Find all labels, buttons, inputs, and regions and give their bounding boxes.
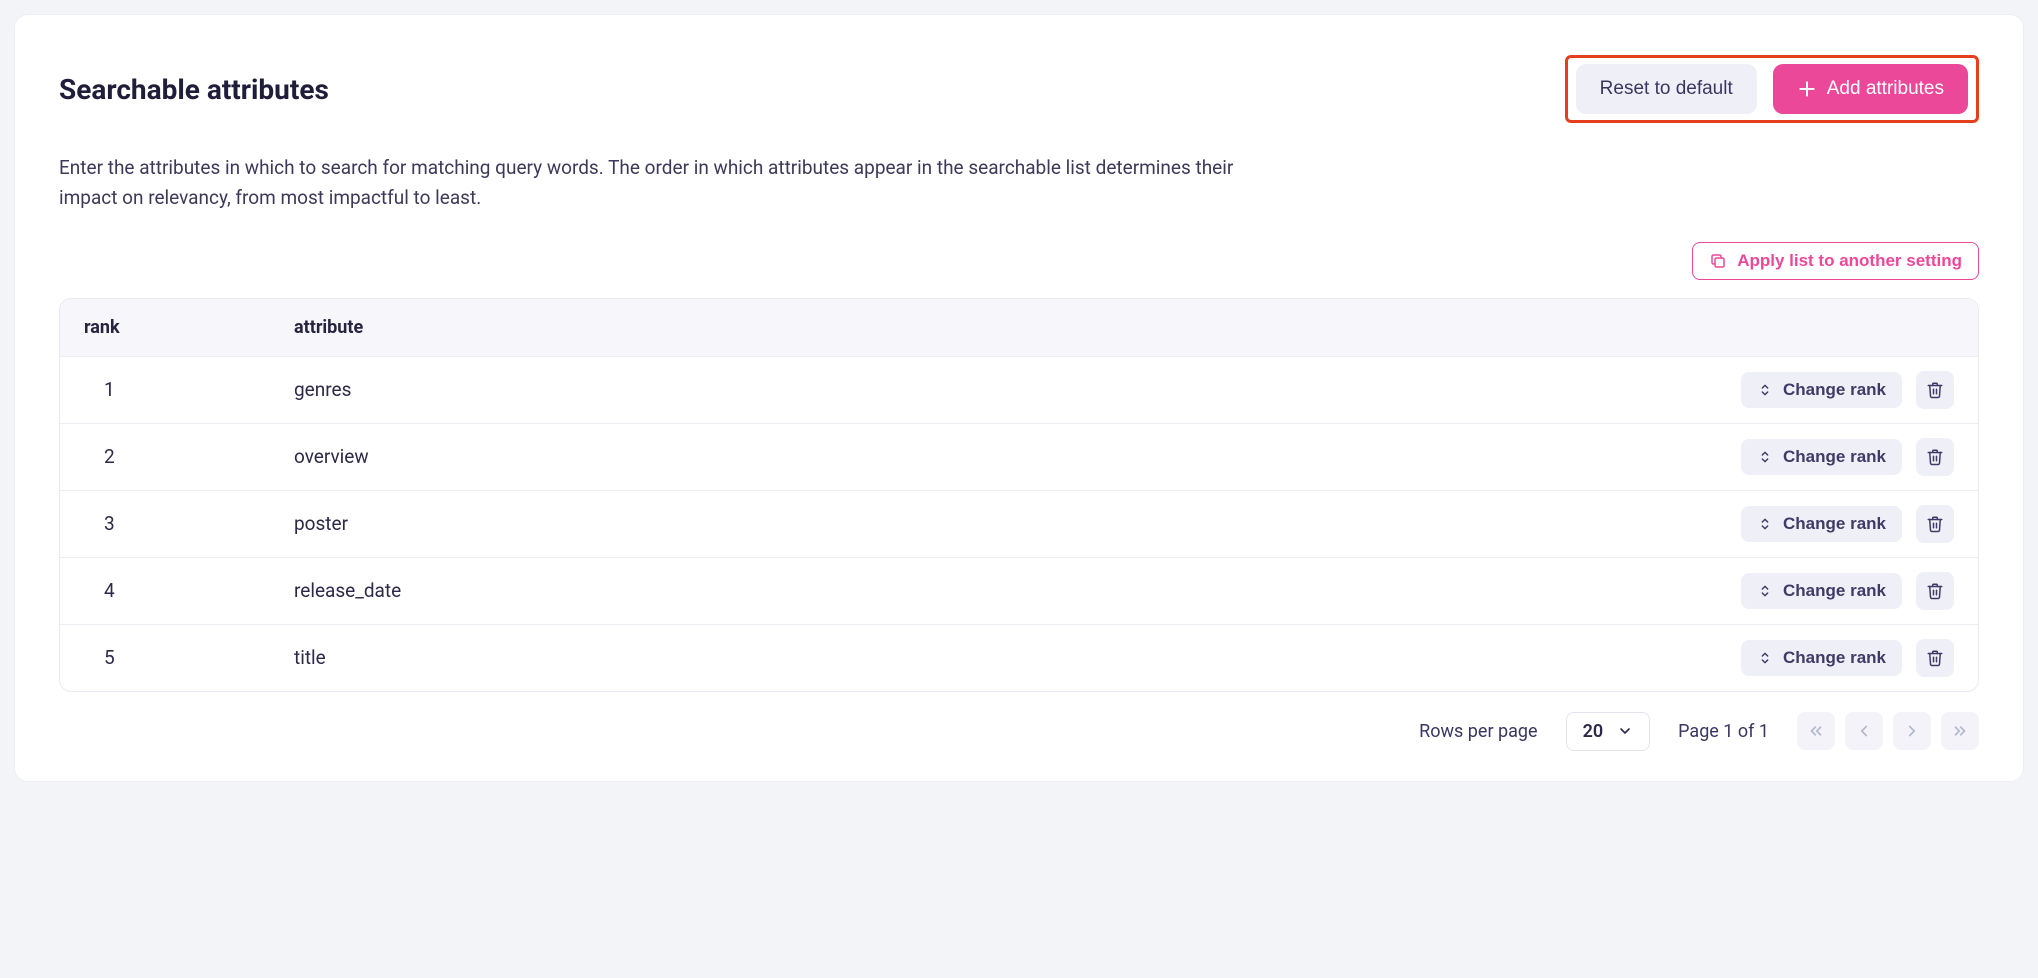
pagination-row: Rows per page 20 Page 1 of 1 [59, 692, 1979, 751]
delete-row-button[interactable] [1916, 639, 1954, 677]
delete-row-button[interactable] [1916, 505, 1954, 543]
change-rank-label: Change rank [1783, 514, 1886, 534]
add-attributes-button[interactable]: Add attributes [1773, 64, 1968, 114]
page-indicator: Page 1 of 1 [1678, 721, 1769, 742]
table-row: 3poster Change rank [60, 490, 1978, 557]
copy-icon [1709, 252, 1727, 270]
table-row: 5title Change rank [60, 624, 1978, 691]
plus-icon [1797, 79, 1817, 99]
trash-icon [1926, 448, 1944, 466]
col-header-actions [1674, 317, 1954, 338]
chevrons-right-icon [1951, 722, 1969, 740]
chevron-down-icon [1617, 723, 1633, 739]
change-rank-label: Change rank [1783, 447, 1886, 467]
rows-per-page-label: Rows per page [1419, 721, 1537, 742]
delete-row-button[interactable] [1916, 438, 1954, 476]
col-header-attribute: attribute [294, 317, 1674, 338]
change-rank-button[interactable]: Change rank [1741, 439, 1902, 475]
cell-attribute: genres [294, 378, 1674, 401]
chevrons-left-icon [1807, 722, 1825, 740]
reset-button[interactable]: Reset to default [1576, 64, 1757, 114]
trash-icon [1926, 582, 1944, 600]
add-button-label: Add attributes [1827, 78, 1944, 100]
cell-attribute: poster [294, 512, 1674, 535]
first-page-button[interactable] [1797, 712, 1835, 750]
rows-per-page-select[interactable]: 20 [1566, 712, 1651, 751]
apply-list-button[interactable]: Apply list to another setting [1692, 242, 1979, 280]
change-rank-button[interactable]: Change rank [1741, 640, 1902, 676]
header-row: Searchable attributes Reset to default A… [59, 55, 1979, 123]
col-header-rank: rank [84, 317, 294, 338]
table-row: 4release_date Change rank [60, 557, 1978, 624]
cell-rank: 5 [84, 646, 294, 669]
prev-page-button[interactable] [1845, 712, 1883, 750]
table-row: 2overview Change rank [60, 423, 1978, 490]
sort-icon [1757, 516, 1773, 532]
last-page-button[interactable] [1941, 712, 1979, 750]
sort-icon [1757, 583, 1773, 599]
reset-button-label: Reset to default [1600, 78, 1733, 100]
apply-list-label: Apply list to another setting [1737, 251, 1962, 271]
delete-row-button[interactable] [1916, 371, 1954, 409]
cell-rank: 1 [84, 378, 294, 401]
table-row: 1genres Change rank [60, 356, 1978, 423]
cell-attribute: overview [294, 445, 1674, 468]
settings-card: Searchable attributes Reset to default A… [14, 14, 2024, 782]
cell-rank: 2 [84, 445, 294, 468]
trash-icon [1926, 649, 1944, 667]
chevron-left-icon [1855, 722, 1873, 740]
description-text: Enter the attributes in which to search … [59, 153, 1259, 214]
page-title: Searchable attributes [59, 73, 329, 106]
table-body: 1genresChange rank2overviewChange rank3p… [60, 356, 1978, 691]
change-rank-label: Change rank [1783, 581, 1886, 601]
attributes-table: rank attribute 1genresChange rank2overvi… [59, 298, 1979, 692]
change-rank-label: Change rank [1783, 648, 1886, 668]
rows-per-page-value: 20 [1583, 721, 1604, 742]
change-rank-button[interactable]: Change rank [1741, 372, 1902, 408]
pager [1797, 712, 1979, 750]
table-header: rank attribute [60, 299, 1978, 356]
sort-icon [1757, 650, 1773, 666]
trash-icon [1926, 381, 1944, 399]
change-rank-button[interactable]: Change rank [1741, 573, 1902, 609]
sort-icon [1757, 382, 1773, 398]
cell-attribute: title [294, 646, 1674, 669]
chevron-right-icon [1903, 722, 1921, 740]
highlighted-actions: Reset to default Add attributes [1565, 55, 1979, 123]
apply-row: Apply list to another setting [59, 242, 1979, 280]
cell-attribute: release_date [294, 579, 1674, 602]
trash-icon [1926, 515, 1944, 533]
delete-row-button[interactable] [1916, 572, 1954, 610]
cell-rank: 3 [84, 512, 294, 535]
cell-rank: 4 [84, 579, 294, 602]
sort-icon [1757, 449, 1773, 465]
change-rank-label: Change rank [1783, 380, 1886, 400]
change-rank-button[interactable]: Change rank [1741, 506, 1902, 542]
next-page-button[interactable] [1893, 712, 1931, 750]
